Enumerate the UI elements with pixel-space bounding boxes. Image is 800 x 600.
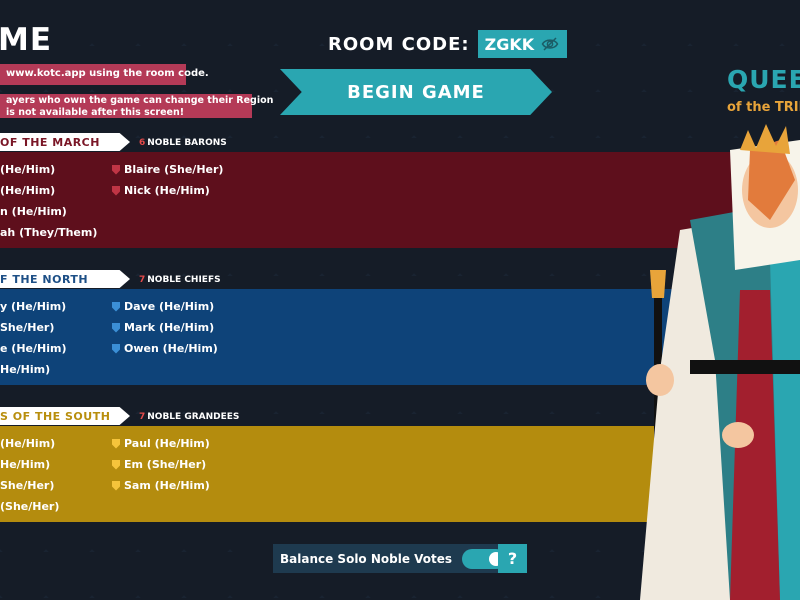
- noble-count: 6: [139, 138, 146, 148]
- kingdom-tag-march: OF THE MARCH: [0, 133, 130, 151]
- shield-icon: [112, 438, 120, 449]
- eye-hidden-icon[interactable]: [540, 35, 560, 53]
- shield-icon: [112, 343, 120, 354]
- room-code-area: ROOM CODE: ZGKK: [328, 30, 567, 58]
- player-entry: y (He/Him): [0, 300, 67, 313]
- player-entry: (He/Him): [0, 184, 56, 197]
- balance-solo-votes-label: Balance Solo Noble Votes: [280, 551, 453, 566]
- kingdom-tag-north: F THE NORTH: [0, 270, 130, 288]
- begin-game-label: BEGIN GAME: [347, 81, 485, 103]
- player-entry: Mark (He/Him): [112, 321, 214, 334]
- player-entry: He/Him): [0, 363, 51, 376]
- noble-header-march: 6 NOBLE BARONS: [139, 138, 227, 148]
- shield-icon: [112, 459, 120, 470]
- noble-header-north: 7 NOBLE CHIEFS: [139, 275, 221, 285]
- join-instructions-banner: www.kotc.app using the room code.: [0, 64, 209, 85]
- begin-game-button[interactable]: BEGIN GAME: [280, 69, 552, 115]
- queen-title: QUEE: [727, 65, 800, 94]
- noble-label: NOBLE GRANDEES: [147, 412, 240, 422]
- noble-header-south: 7 NOBLE GRANDEES: [139, 412, 239, 422]
- player-entry: Owen (He/Him): [112, 342, 218, 355]
- join-instructions-text: www.kotc.app using the room code.: [6, 68, 209, 79]
- balance-solo-votes-control: Balance Solo Noble Votes: [273, 544, 527, 573]
- player-entry: She/Her): [0, 479, 55, 492]
- region-notice-banner: ayers who own the game can change their …: [0, 94, 274, 118]
- kingdom-name-north: F THE NORTH: [0, 272, 89, 286]
- player-entry: Sam (He/Him): [112, 479, 210, 492]
- kingdom-tag-south: S OF THE SOUTH: [0, 407, 130, 425]
- shield-icon: [112, 322, 120, 333]
- player-entry: She/Her): [0, 321, 55, 334]
- queen-illustration: [640, 124, 800, 600]
- shield-icon: [112, 301, 120, 312]
- page-title: ME: [0, 22, 53, 58]
- shield-icon: [112, 480, 120, 491]
- player-entry: ah (They/Them): [0, 226, 98, 239]
- player-entry: Em (She/Her): [112, 458, 206, 471]
- player-entry: (He/Him): [0, 163, 56, 176]
- noble-label: NOBLE CHIEFS: [147, 275, 221, 285]
- kingdom-name-march: OF THE MARCH: [0, 135, 100, 149]
- player-entry: He/Him): [0, 458, 51, 471]
- room-code-label: ROOM CODE:: [328, 33, 470, 55]
- player-entry: Nick (He/Him): [112, 184, 210, 197]
- shield-icon: [112, 185, 120, 196]
- noble-count: 7: [139, 275, 146, 285]
- player-entry: Dave (He/Him): [112, 300, 214, 313]
- help-button[interactable]: ?: [498, 544, 527, 573]
- region-notice-line2: is not available after this screen!: [6, 106, 185, 118]
- room-code-box: ZGKK: [477, 30, 567, 58]
- player-entry: Paul (He/Him): [112, 437, 210, 450]
- noble-count: 7: [139, 412, 146, 422]
- player-entry: Blaire (She/Her): [112, 163, 223, 176]
- player-entry: (She/Her): [0, 500, 60, 513]
- room-code-value: ZGKK: [484, 34, 535, 54]
- player-entry: (He/Him): [0, 437, 56, 450]
- kingdom-name-south: S OF THE SOUTH: [0, 409, 111, 423]
- player-entry: e (He/Him): [0, 342, 67, 355]
- region-notice-line1: ayers who own the game can change their …: [6, 95, 274, 106]
- player-entry: n (He/Him): [0, 205, 67, 218]
- noble-label: NOBLE BARONS: [147, 138, 227, 148]
- shield-icon: [112, 164, 120, 175]
